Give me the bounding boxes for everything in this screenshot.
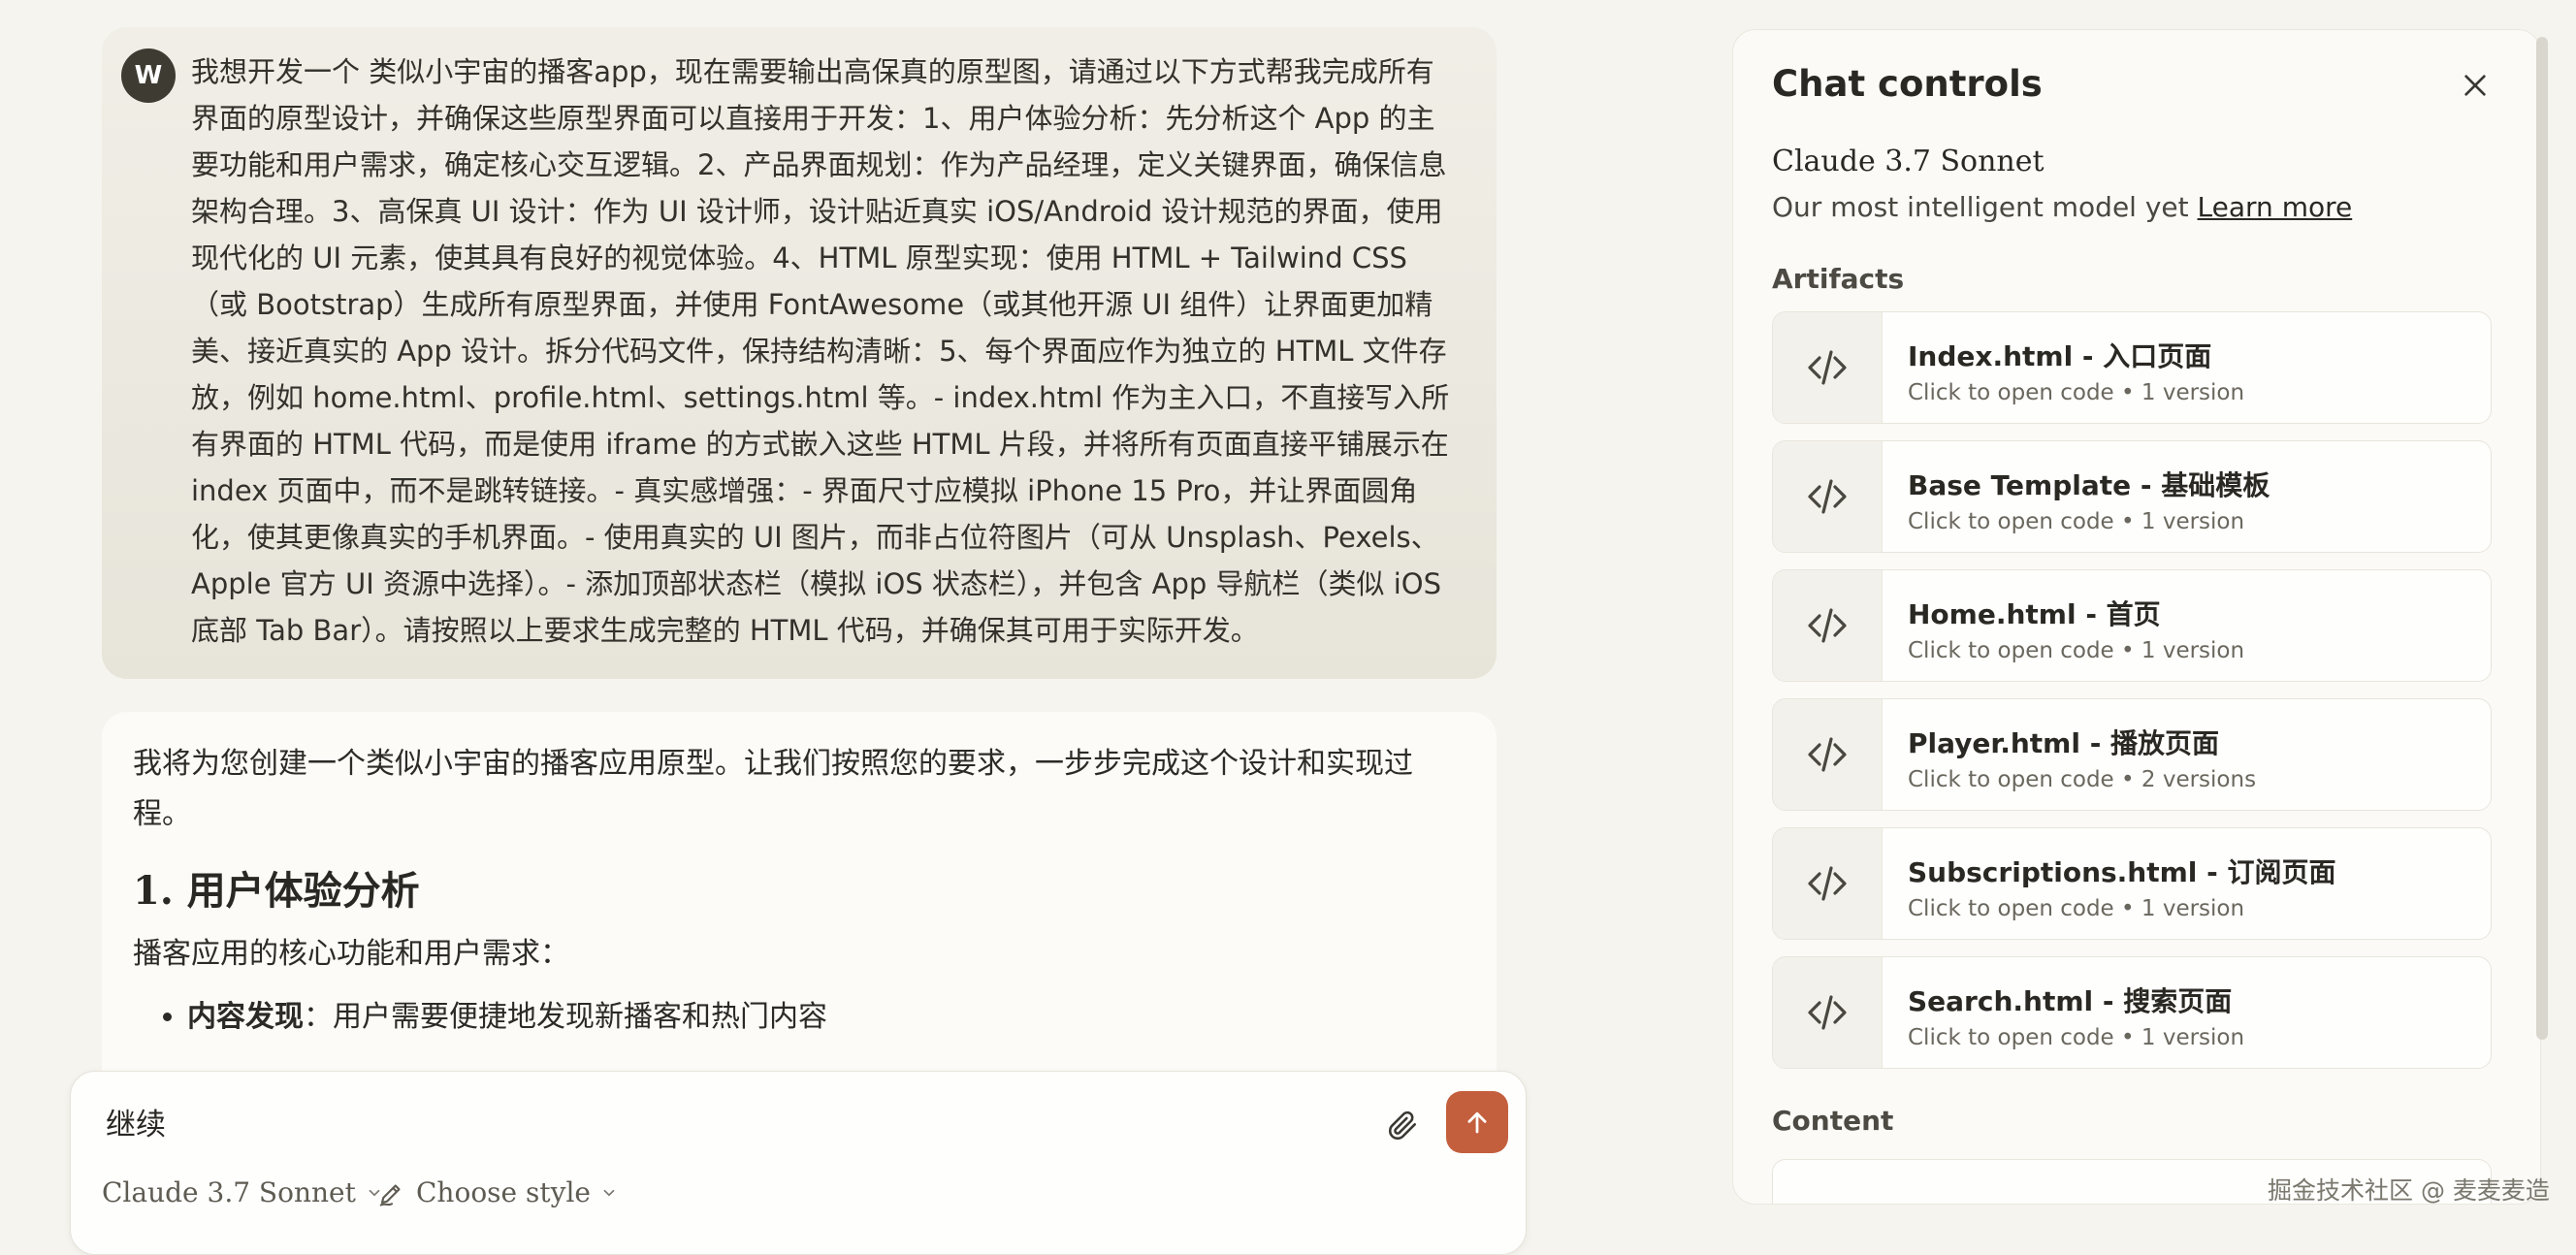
artifact-card-home[interactable]: Home.html - 首页 Click to open code • 1 ve… [1772, 569, 2492, 682]
bullet-desc: 用户需要便捷地发现新播客和热门内容 [333, 1000, 827, 1034]
assistant-bullet-list: 内容发现：用户需要便捷地发现新播客和热门内容 [133, 993, 1438, 1042]
model-selector-label: Claude 3.7 Sonnet [102, 1176, 356, 1208]
chevron-down-icon [603, 1189, 615, 1196]
code-icon [1808, 608, 1847, 643]
artifact-title: Player.html - 播放页面 [1908, 727, 2220, 759]
arrow-up-icon [1467, 1111, 1487, 1134]
pen-style-icon [379, 1183, 401, 1207]
artifact-title: Search.html - 搜索页面 [1908, 985, 2233, 1017]
artifacts-section-label: Artifacts [1772, 263, 1905, 295]
composer: Claude 3.7 Sonnet Choose style [70, 1071, 1527, 1255]
code-icon [1808, 995, 1847, 1030]
user-message: W 我想开发一个 类似小宇宙的播客app，现在需要输出高保真的原型图，请通过以下… [102, 27, 1497, 679]
learn-more-link[interactable]: Learn more [2198, 191, 2353, 223]
attach-button[interactable] [1378, 1101, 1427, 1149]
panel-scrollbar[interactable] [2536, 37, 2548, 1040]
code-icon [1808, 479, 1847, 514]
artifact-subtitle: Click to open code • 2 versions [1908, 767, 2257, 792]
chat-controls-panel: Chat controls Claude 3.7 Sonnet Our most… [1732, 29, 2541, 1205]
style-selector[interactable]: Choose style [377, 1176, 618, 1208]
panel-title: Chat controls [1772, 63, 2043, 105]
artifact-subtitle: Click to open code • 1 version [1908, 638, 2245, 663]
code-icon [1808, 350, 1847, 385]
paperclip-icon [1388, 1110, 1417, 1141]
artifact-subtitle: Click to open code • 1 version [1908, 896, 2245, 921]
artifact-title: Base Template - 基础模板 [1908, 469, 2270, 501]
message-input[interactable] [104, 1103, 1368, 1140]
artifact-card-base-template[interactable]: Base Template - 基础模板 Click to open code … [1772, 440, 2492, 553]
bullet-separator: ： [304, 1000, 333, 1034]
artifact-title: Home.html - 首页 [1908, 598, 2161, 630]
model-description-text: Our most intelligent model yet [1772, 191, 2189, 223]
user-message-text: 我想开发一个 类似小宇宙的播客app，现在需要输出高保真的原型图，请通过以下方式… [191, 55, 1450, 647]
model-selector[interactable]: Claude 3.7 Sonnet [102, 1176, 383, 1208]
assistant-message: 我将为您创建一个类似小宇宙的播客应用原型。让我们按照您的要求，一步步完成这个设计… [102, 712, 1497, 1119]
close-icon [2464, 75, 2486, 96]
artifact-card-player[interactable]: Player.html - 播放页面 Click to open code • … [1772, 698, 2492, 811]
artifact-subtitle: Click to open code • 1 version [1908, 380, 2245, 405]
artifact-subtitle: Click to open code • 1 version [1908, 509, 2245, 534]
artifact-subtitle: Click to open code • 1 version [1908, 1025, 2245, 1050]
artifact-card-subscriptions[interactable]: Subscriptions.html - 订阅页面 Click to open … [1772, 827, 2492, 940]
content-section-label: Content [1772, 1105, 1894, 1137]
assistant-heading: 1. 用户体验分析 [133, 868, 420, 914]
assistant-paragraph: 播客应用的核心功能和用户需求： [133, 937, 569, 971]
close-panel-button[interactable] [2451, 61, 2499, 110]
user-avatar: W [121, 48, 176, 103]
code-icon [1808, 866, 1847, 901]
model-name: Claude 3.7 Sonnet [1772, 145, 2045, 178]
artifact-card-search[interactable]: Search.html - 搜索页面 Click to open code • … [1772, 956, 2492, 1069]
artifact-title: Subscriptions.html - 订阅页面 [1908, 856, 2336, 888]
bullet-term: 内容发现 [187, 1000, 304, 1034]
code-icon [1808, 737, 1847, 772]
send-button[interactable] [1446, 1091, 1508, 1153]
style-selector-label: Choose style [416, 1176, 591, 1208]
artifact-card-index[interactable]: Index.html - 入口页面 Click to open code • 1… [1772, 311, 2492, 424]
watermark: 掘金技术社区 @ 麦麦麦造 [2268, 1176, 2550, 1205]
model-description: Our most intelligent model yet Learn mor… [1772, 191, 2352, 223]
assistant-intro: 我将为您创建一个类似小宇宙的播客应用原型。让我们按照您的要求，一步步完成这个设计… [133, 747, 1413, 831]
artifact-title: Index.html - 入口页面 [1908, 340, 2212, 372]
list-item: 内容发现：用户需要便捷地发现新播客和热门内容 [187, 993, 1438, 1042]
